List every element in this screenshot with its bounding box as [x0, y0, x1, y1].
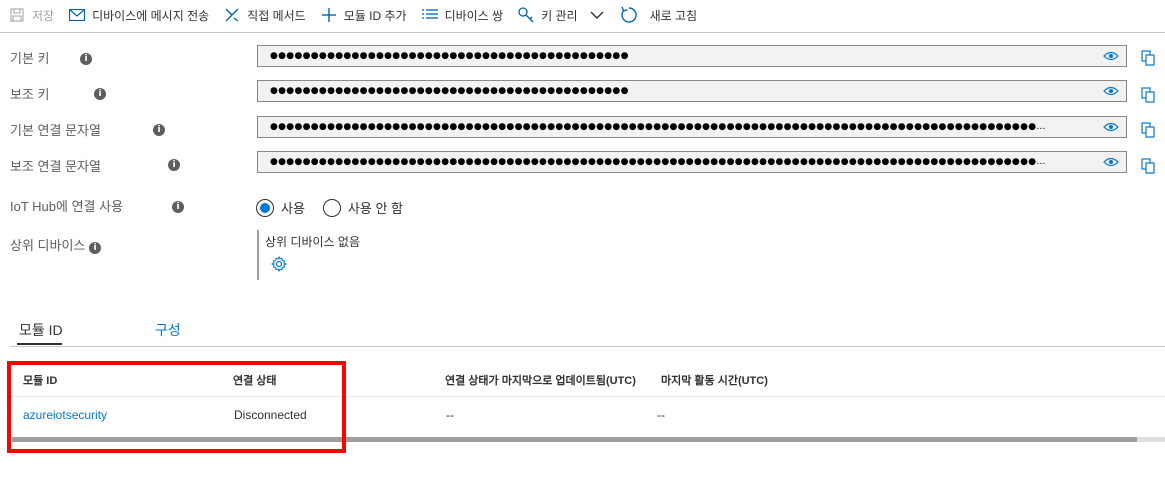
- tab-module-id[interactable]: 모듈 ID: [19, 320, 63, 340]
- refresh-button[interactable]: 새로 고침: [620, 0, 698, 30]
- column-header-last-activity[interactable]: 마지막 활동 시간(UTC): [661, 372, 768, 388]
- eye-icon[interactable]: [1096, 122, 1126, 132]
- primary-key-value: ●●●●●●●●●●●●●●●●●●●●●●●●●●●●●●●●●●●●●●●●…: [270, 51, 629, 61]
- primary-conn-value: ●●●●●●●●●●●●●●●●●●●●●●●●●●●●●●●●●●●●●●●●…: [270, 122, 1046, 132]
- command-bar: 저장 디바이스에 메시지 전송 직접 메서드 모듈 ID 추가 디바이스 쌍 키…: [0, 0, 1165, 30]
- key-icon: [517, 6, 535, 24]
- iot-hub-connection-radio-group: 사용 사용 안 함: [256, 198, 421, 217]
- direct-method-icon: [223, 6, 241, 24]
- copy-icon[interactable]: [1140, 157, 1156, 175]
- copy-icon[interactable]: [1140, 49, 1156, 67]
- secondary-conn-value: ●●●●●●●●●●●●●●●●●●●●●●●●●●●●●●●●●●●●●●●●…: [270, 157, 1046, 167]
- toolbar-divider: [0, 32, 1165, 33]
- save-button[interactable]: 저장: [8, 0, 54, 30]
- primary-key-field[interactable]: ●●●●●●●●●●●●●●●●●●●●●●●●●●●●●●●●●●●●●●●●…: [257, 45, 1127, 67]
- primary-conn-field[interactable]: ●●●●●●●●●●●●●●●●●●●●●●●●●●●●●●●●●●●●●●●●…: [257, 116, 1127, 138]
- device-twin-label: 디바이스 쌍: [444, 8, 504, 23]
- info-icon[interactable]: i: [80, 53, 92, 65]
- refresh-label: 새로 고침: [649, 8, 698, 23]
- info-icon[interactable]: i: [94, 88, 106, 100]
- info-icon[interactable]: i: [168, 159, 180, 171]
- iot-hub-connection-label: IoT Hub에 연결 사용: [10, 199, 124, 214]
- info-icon[interactable]: i: [172, 201, 184, 213]
- send-message-button[interactable]: 디바이스에 메시지 전송: [68, 0, 209, 30]
- column-header-last-updated[interactable]: 연결 상태가 마지막으로 업데이트됨(UTC): [445, 372, 636, 388]
- tab-configuration[interactable]: 구성: [155, 320, 181, 340]
- parent-device-label: 상위 디바이스: [10, 238, 86, 253]
- radio-selected-icon: [256, 198, 274, 217]
- last-updated-cell: --: [446, 408, 454, 422]
- info-icon[interactable]: i: [153, 124, 165, 136]
- parent-device-box: 상위 디바이스 없음: [257, 230, 360, 280]
- info-icon[interactable]: i: [89, 242, 101, 254]
- primary-key-label: 기본 키: [10, 51, 50, 66]
- secondary-key-value: ●●●●●●●●●●●●●●●●●●●●●●●●●●●●●●●●●●●●●●●●…: [270, 86, 629, 96]
- disable-radio-label: 사용 안 함: [347, 201, 403, 216]
- enable-radio[interactable]: 사용: [256, 198, 305, 217]
- list-icon: [421, 6, 439, 24]
- add-module-id-button[interactable]: 모듈 ID 추가: [320, 0, 407, 30]
- copy-icon[interactable]: [1140, 121, 1156, 139]
- highlight-box: [7, 361, 346, 453]
- secondary-key-label: 보조 키: [10, 87, 50, 102]
- eye-icon[interactable]: [1096, 157, 1126, 167]
- tabs-divider: [10, 346, 1165, 347]
- direct-method-button[interactable]: 직접 메서드: [223, 0, 306, 30]
- key-management-button[interactable]: 키 관리: [517, 0, 605, 30]
- add-module-id-label: 모듈 ID 추가: [343, 8, 407, 23]
- device-twin-button[interactable]: 디바이스 쌍: [421, 0, 504, 30]
- parent-device-value: 상위 디바이스 없음: [265, 235, 360, 249]
- refresh-icon: [620, 6, 638, 24]
- copy-icon[interactable]: [1140, 86, 1156, 104]
- eye-icon[interactable]: [1096, 51, 1126, 61]
- primary-conn-label: 기본 연결 문자열: [10, 123, 101, 138]
- secondary-conn-label: 보조 연결 문자열: [10, 159, 101, 174]
- radio-unselected-icon: [322, 198, 341, 217]
- plus-icon: [320, 6, 338, 24]
- save-icon: [8, 6, 26, 24]
- direct-method-label: 직접 메서드: [247, 8, 306, 23]
- mail-icon: [68, 6, 86, 24]
- save-label: 저장: [32, 8, 55, 23]
- gear-icon[interactable]: [270, 255, 360, 275]
- enable-radio-label: 사용: [281, 201, 305, 216]
- chevron-down-icon[interactable]: [588, 6, 606, 24]
- send-message-label: 디바이스에 메시지 전송: [92, 8, 210, 23]
- eye-icon[interactable]: [1096, 86, 1126, 96]
- secondary-key-field[interactable]: ●●●●●●●●●●●●●●●●●●●●●●●●●●●●●●●●●●●●●●●●…: [257, 80, 1127, 102]
- active-tab-indicator: [17, 343, 62, 345]
- key-management-label: 키 관리: [541, 8, 578, 23]
- secondary-conn-field[interactable]: ●●●●●●●●●●●●●●●●●●●●●●●●●●●●●●●●●●●●●●●●…: [257, 151, 1127, 173]
- disable-radio[interactable]: 사용 안 함: [322, 198, 403, 217]
- last-activity-cell: --: [657, 408, 665, 422]
